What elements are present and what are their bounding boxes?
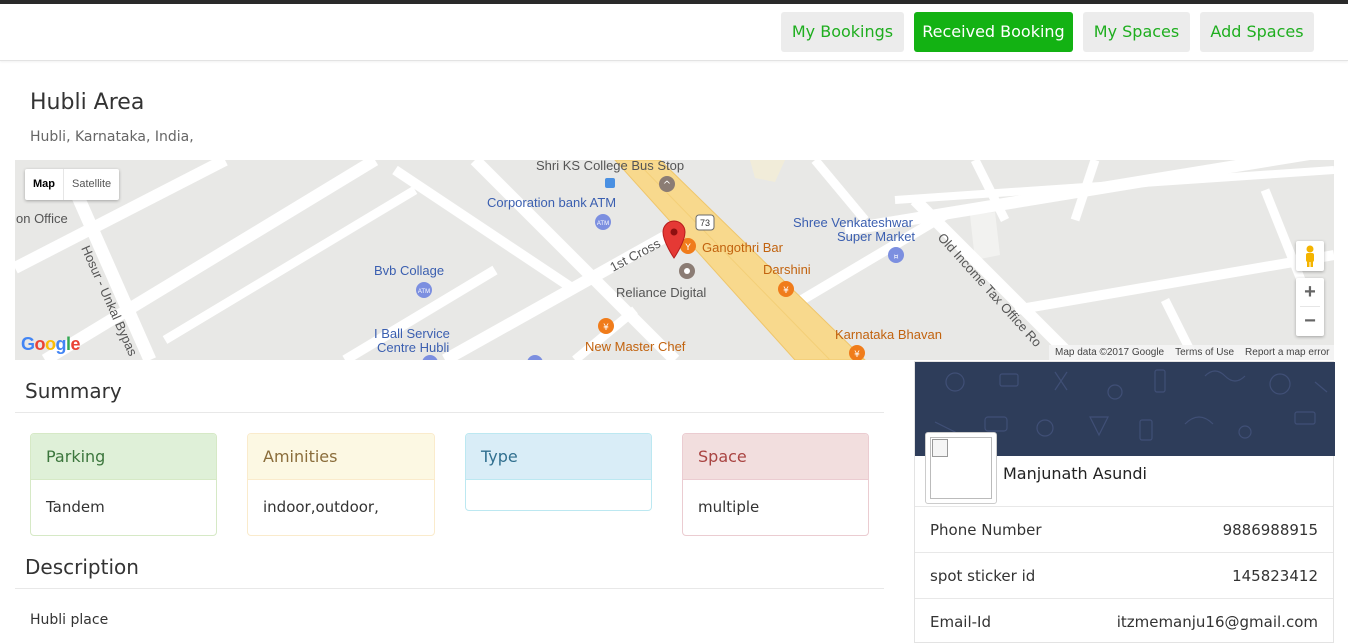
amenities-panel-value: indoor,outdoor, [263,498,379,516]
map-type-satellite-button[interactable]: Satellite [64,169,119,200]
school-icon: ^ [659,176,675,192]
broken-image-icon [930,437,992,499]
info-row-sticker: spot sticker id 145823412 [915,552,1333,598]
svg-text:¥: ¥ [603,323,609,333]
email-label: Email-Id [930,613,991,631]
amenities-panel-heading: Aminities [248,434,434,480]
map-type-control: Map Satellite [25,169,120,200]
map-label-ball-1: I Ball Service [374,326,450,341]
map-label-darshini: Darshini [763,262,811,277]
phone-value: 9886988915 [1222,521,1318,539]
top-navbar: My Bookings Received Booking My Spaces A… [0,4,1348,61]
atm-icon: ATM [416,282,432,298]
received-booking-button[interactable]: Received Booking [914,12,1073,52]
map-label-bar: Gangothri Bar [702,240,784,255]
pegman-button[interactable] [1296,241,1324,271]
atm-icon: ATM [595,214,611,230]
space-panel: Space multiple [682,433,869,536]
google-logo: Google [21,334,81,354]
svg-text:¥: ¥ [783,286,789,296]
map-label-bus-stop: Shri KS College Bus Stop [536,160,684,173]
phone-label: Phone Number [930,521,1042,539]
route-73-label: 73 [700,218,710,228]
sticker-label: spot sticker id [930,567,1036,585]
owner-name: Manjunath Asundi [1003,464,1147,483]
description-text: Hubli place [30,612,109,628]
map-canvas: 73 ^ ATM ATM Y ¥ ¥ ¥ ¤ Shri KS College B… [15,160,1334,360]
avatar [925,432,997,504]
my-bookings-button[interactable]: My Bookings [781,12,904,52]
info-row-email: Email-Id itzmemanju16@gmail.com [915,598,1333,643]
zoom-out-button[interactable]: − [1296,307,1324,335]
sticker-value: 145823412 [1232,567,1318,585]
summary-heading: Summary [25,379,122,403]
restaurant-icon: ¥ [778,281,794,297]
map-data-attribution: Map data ©2017 Google [1055,347,1165,358]
add-spaces-button[interactable]: Add Spaces [1200,12,1314,52]
terms-of-use-link[interactable]: Terms of Use [1175,347,1234,358]
parking-panel: Parking Tandem [30,433,217,536]
description-heading: Description [25,555,139,579]
report-map-error-link[interactable]: Report a map error [1245,347,1329,358]
bus-icon [605,178,615,188]
space-panel-heading: Space [683,434,868,480]
parking-panel-heading: Parking [31,434,216,480]
map-label-karnataka-bhavan: Karnataka Bhavan [835,327,942,342]
zoom-in-button[interactable]: + [1296,278,1324,306]
my-spaces-button[interactable]: My Spaces [1083,12,1190,52]
svg-text:Y: Y [684,243,691,253]
svg-text:¤: ¤ [893,252,898,261]
summary-divider [15,412,884,413]
amenities-panel: Aminities indoor,outdoor, [247,433,435,536]
restaurant-icon: ¥ [598,318,614,334]
map-label-ball-2: Centre Hubli [377,340,449,355]
owner-profile-card: Manjunath Asundi Phone Number 9886988915… [914,361,1335,643]
map-label-office: on Office [16,211,68,226]
map-label-college: Bvb Collage [374,263,444,278]
shopping-cart-icon: ¤ [888,247,904,263]
svg-text:^: ^ [663,180,671,191]
svg-text:ATM: ATM [418,289,430,295]
type-panel-heading: Type [466,434,651,480]
area-address: Hubli, Karnataka, India, [30,129,194,145]
store-icon [679,263,695,279]
map-view[interactable]: 73 ^ ATM ATM Y ¥ ¥ ¥ ¤ Shri KS College B… [15,160,1334,360]
map-label-reliance: Reliance Digital [616,285,706,300]
space-panel-value: multiple [698,498,760,516]
type-panel: Type [465,433,652,511]
type-panel-value [466,480,651,510]
map-label-super-market-2: Super Market [837,229,915,244]
description-divider [15,588,884,589]
parking-panel-value: Tandem [46,498,105,516]
zoom-control: + − [1296,278,1324,336]
info-row-phone: Phone Number 9886988915 [915,506,1333,552]
svg-text:ATM: ATM [597,221,609,227]
email-value: itzmemanju16@gmail.com [1116,613,1318,631]
map-label-new-master: New Master Chef [585,339,686,354]
map-label-atm: Corporation bank ATM [487,195,616,210]
map-footer: Map data ©2017 Google Terms of Use Repor… [1049,345,1334,360]
map-label-super-market-1: Shree Venkateshwar [793,215,914,230]
page-title: Hubli Area [30,90,145,115]
map-type-map-button[interactable]: Map [25,169,64,200]
svg-text:¥: ¥ [854,350,860,360]
pegman-icon [1306,245,1314,267]
